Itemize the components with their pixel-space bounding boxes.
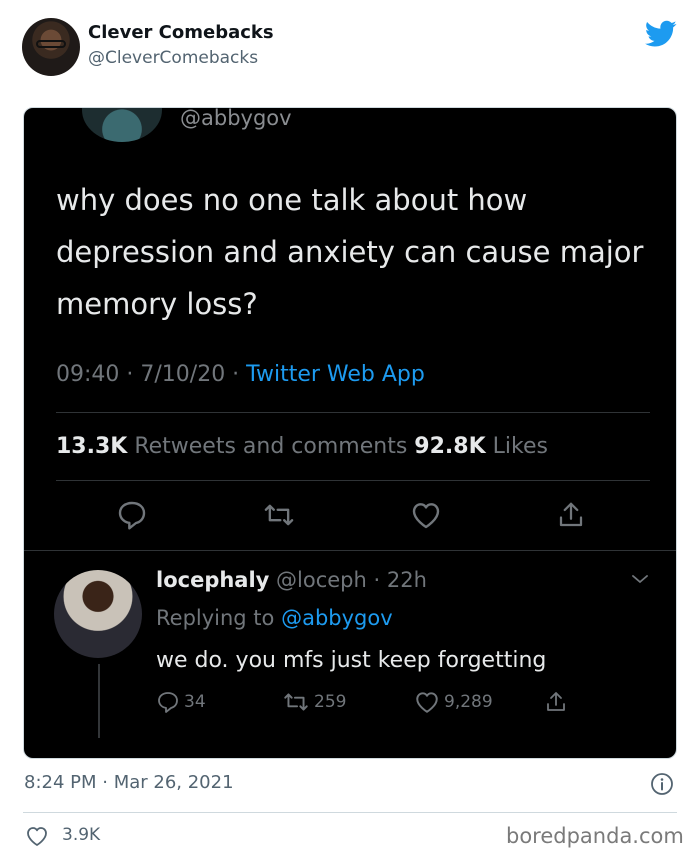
info-icon[interactable] — [650, 772, 674, 796]
reply-retweets: 259 — [282, 690, 346, 714]
author-avatar[interactable] — [22, 18, 80, 76]
original-avatar — [82, 108, 162, 142]
chevron-down-icon — [632, 575, 648, 584]
heart-icon[interactable] — [25, 825, 49, 847]
reply-name: locephaly — [156, 568, 270, 592]
reply-header: locephaly @loceph · 22h — [156, 568, 427, 592]
watermark: boredpanda.com — [506, 824, 684, 848]
reply-icon — [158, 692, 178, 713]
likes-label: Likes — [485, 434, 548, 459]
like-icon — [412, 503, 440, 529]
reply-share — [544, 690, 568, 714]
original-tweet-meta: 09:40 · 7/10/20 · Twitter Web App — [56, 362, 425, 387]
tweet-embed: Clever Comebacks @CleverComebacks @abbyg… — [0, 0, 700, 864]
retweet-icon — [264, 504, 294, 526]
original-action-bar — [24, 500, 676, 530]
reply-replies: 34 — [156, 690, 206, 714]
divider — [24, 550, 676, 551]
like-count[interactable]: 3.9K — [62, 825, 100, 845]
reply-likes: 9,289 — [414, 690, 493, 714]
share-icon — [547, 692, 565, 711]
thread-line — [98, 664, 100, 738]
retweet-icon — [284, 693, 308, 711]
twitter-bird-icon[interactable] — [645, 20, 677, 48]
like-icon — [416, 692, 438, 713]
reply-avatar — [54, 570, 142, 658]
original-tweet-text: why does no one talk about how depressio… — [56, 183, 644, 321]
divider — [56, 480, 650, 481]
tweet-timestamp[interactable]: 8:24 PM · Mar 26, 2021 — [24, 772, 234, 793]
retweets-label: Retweets and comments — [127, 434, 415, 459]
reply-action-bar: 34 259 9,289 — [156, 690, 616, 716]
author-handle[interactable]: @CleverComebacks — [88, 48, 258, 68]
reply-icon — [118, 501, 146, 530]
original-handle: @abbygov — [180, 107, 292, 130]
original-stats: 13.3K Retweets and comments 92.8K Likes — [56, 434, 548, 459]
reply-likes-count: 9,289 — [444, 692, 493, 712]
retweets-count: 13.3K — [56, 434, 128, 459]
replying-to: Replying to @abbygov — [156, 606, 393, 630]
reply-retweets-count: 259 — [314, 692, 347, 712]
likes-count: 92.8K — [414, 434, 486, 459]
original-time: 09:40 · 7/10/20 · — [56, 362, 247, 387]
tweet-screenshot: @abbygov why does no one talk about how … — [23, 107, 677, 759]
original-source: Twitter Web App — [246, 362, 425, 387]
divider — [56, 412, 650, 413]
divider — [23, 812, 677, 813]
replying-to-label: Replying to — [156, 606, 282, 630]
author-name[interactable]: Clever Comebacks — [88, 22, 274, 43]
reply-replies-count: 34 — [184, 692, 206, 712]
reply-handle-time: @loceph · 22h — [269, 568, 427, 592]
replying-to-handle: @abbygov — [281, 606, 393, 630]
reply-text: we do. you mfs just keep forgetting — [156, 648, 547, 673]
share-icon — [559, 502, 583, 527]
